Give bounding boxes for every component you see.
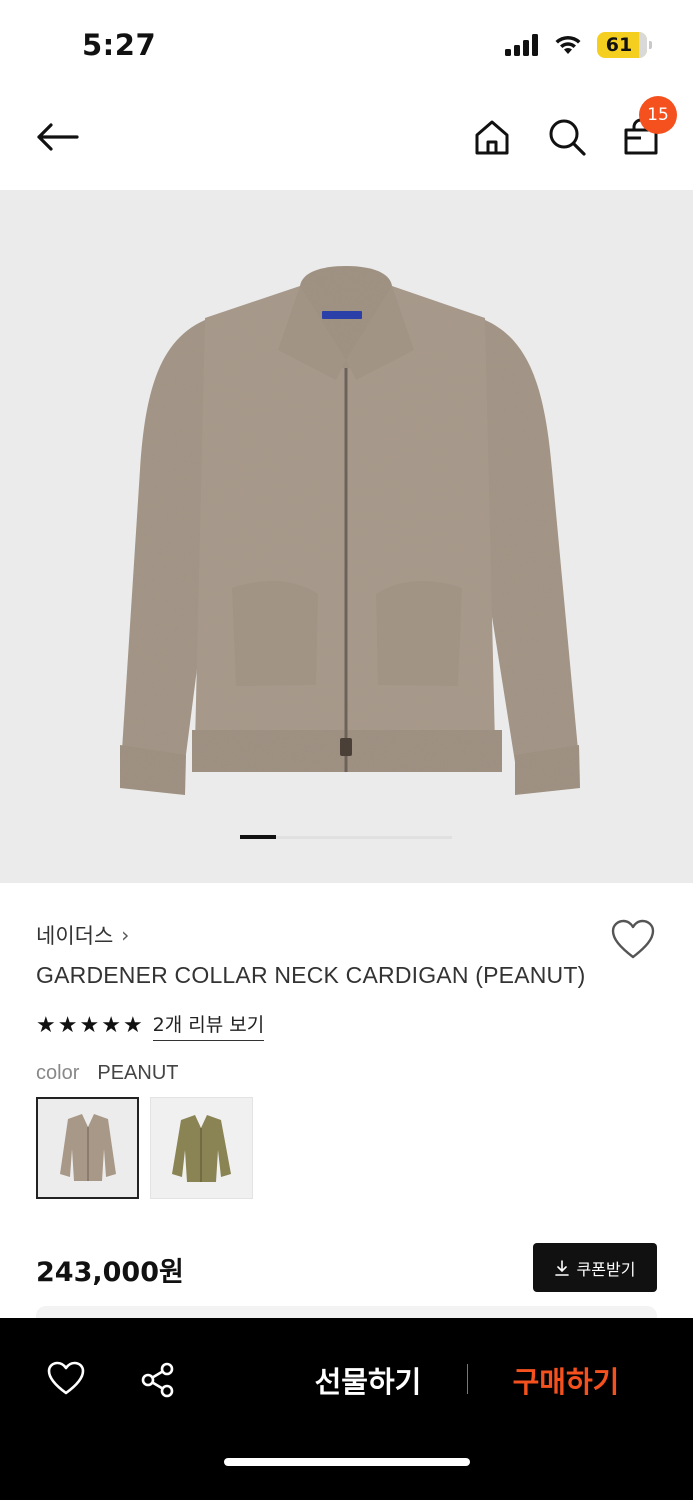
product-title: GARDENER COLLAR NECK CARDIGAN (PEANUT) [36,962,586,988]
battery-indicator: 61 [597,32,652,58]
status-icons: 61 [505,32,652,58]
top-nav [0,92,693,188]
star-icon: ★ [36,1012,56,1038]
bottom-action-bar: 선물하기 구매하기 [0,1318,693,1500]
search-icon [549,119,586,156]
star-icon: ★ [79,1012,100,1038]
gift-button[interactable]: 선물하기 [300,1358,436,1402]
cardigan-shape [120,266,580,795]
status-time: 5:27 [82,28,157,62]
bottom-wishlist-button[interactable] [46,1360,90,1400]
star-icon: ★ [122,1012,143,1038]
swatch-thumbnail [151,1098,252,1198]
brand-link[interactable]: 네이더스 › [36,920,129,950]
color-value: PEANUT [97,1062,179,1084]
color-label: color [36,1062,80,1084]
color-swatch-peanut[interactable] [36,1097,139,1199]
search-button[interactable] [542,112,592,162]
home-indicator[interactable] [224,1458,470,1466]
swatch-thumbnail [38,1099,137,1197]
heart-icon [47,1361,85,1395]
wishlist-button[interactable] [610,918,656,960]
product-price: 243,000원 [36,1257,184,1288]
cart-count-badge: 15 [639,96,677,134]
heart-icon [611,919,655,959]
download-icon [554,1259,569,1276]
status-bar: 5:27 61 [0,0,693,90]
carousel-pager-active [240,835,276,839]
arrow-left-icon [37,123,79,151]
star-icon: ★ [57,1012,78,1038]
share-icon [141,1362,174,1398]
battery-level: 61 [605,34,633,56]
back-button[interactable] [32,114,82,160]
rating-stars: ★ ★ ★ ★ ★ [36,1012,143,1038]
review-link[interactable]: 2개 리뷰 보기 [152,1010,265,1041]
home-icon [475,120,509,155]
home-button[interactable] [467,112,517,162]
cellular-signal-icon [505,34,538,56]
brand-name: 네이더스 [36,924,114,948]
carousel-pager [240,835,452,839]
star-icon: ★ [101,1012,121,1038]
color-swatch-olive[interactable] [150,1097,253,1199]
buy-button[interactable]: 구매하기 [500,1358,632,1402]
rating-row: ★ ★ ★ ★ ★ 2개 리뷰 보기 [36,1010,265,1041]
product-image [120,266,580,795]
product-image-carousel[interactable] [0,190,693,883]
coupon-label: 쿠폰받기 [576,1259,636,1279]
share-button[interactable] [138,1360,180,1400]
divider [467,1364,468,1394]
wifi-icon [555,35,581,54]
chevron-right-icon: › [121,923,130,947]
coupon-button[interactable]: 쿠폰받기 [533,1243,657,1292]
color-row: color PEANUT [36,1062,178,1085]
